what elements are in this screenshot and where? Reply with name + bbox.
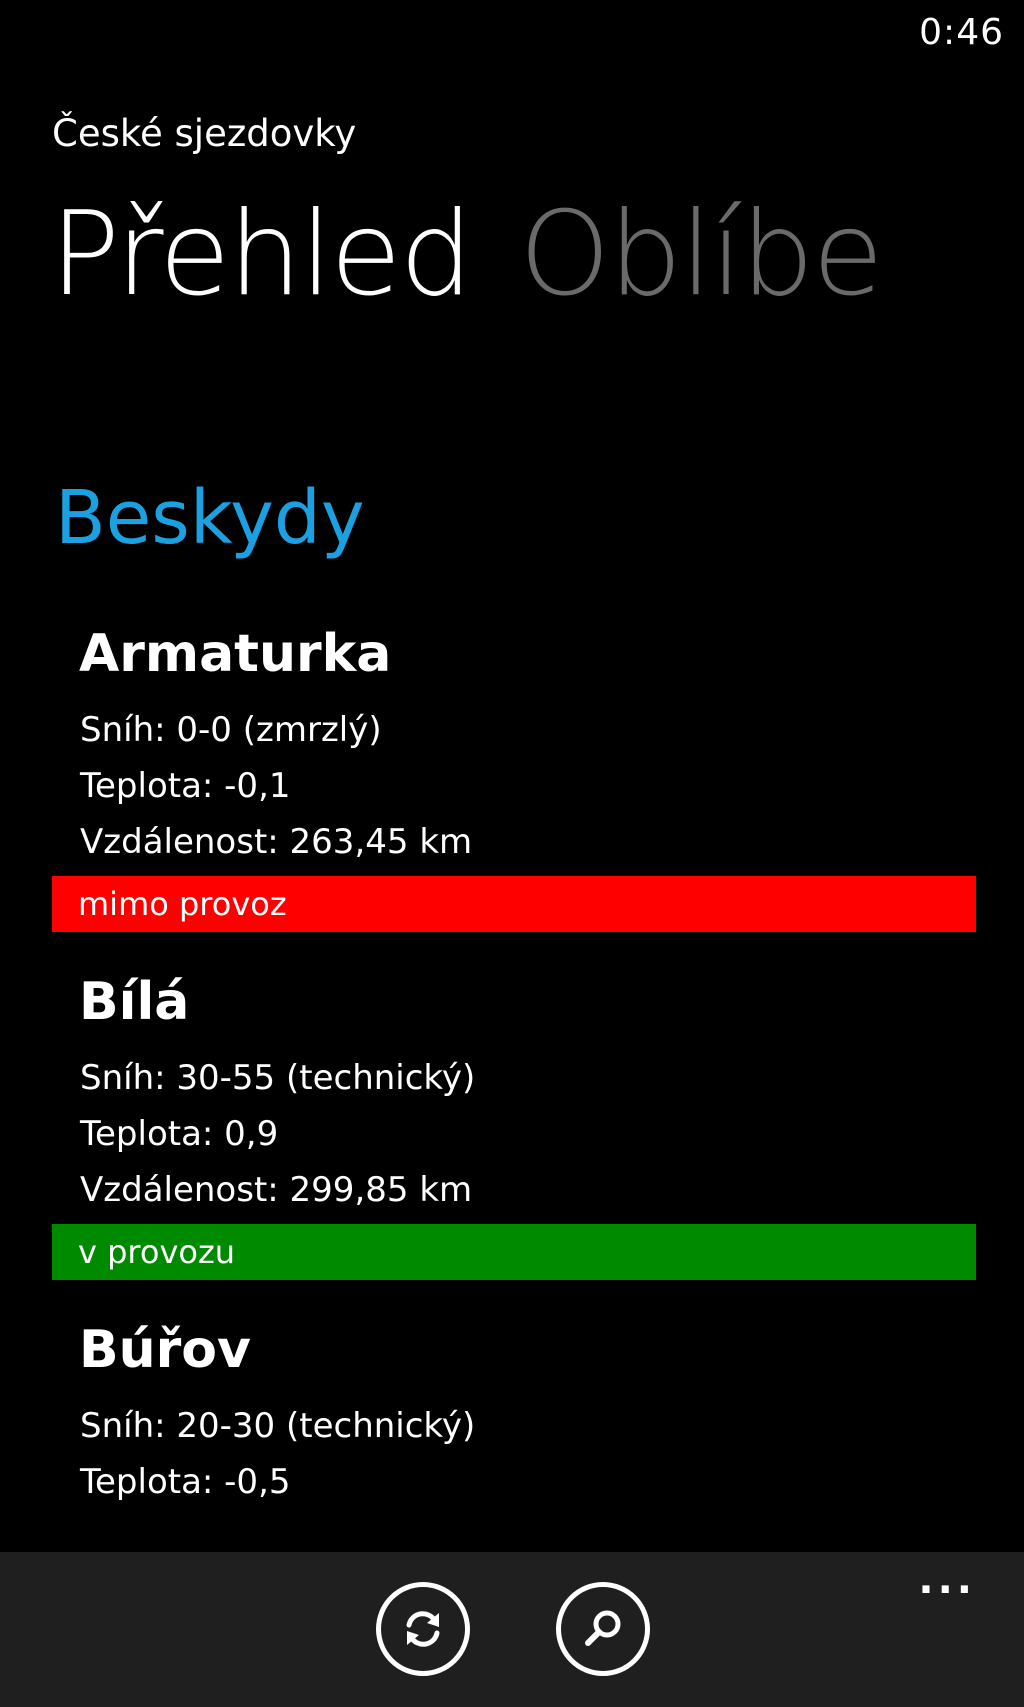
- pivot-item-oblibene[interactable]: Oblíbe: [519, 180, 883, 330]
- resort-snow: Sníh: 0-0 (zmrzlý): [80, 710, 382, 750]
- status-badge: v provozu: [52, 1224, 976, 1280]
- resort-list: Armaturka Sníh: 0-0 (zmrzlý) Teplota: -0…: [52, 620, 976, 1546]
- status-badge: mimo provoz: [52, 876, 976, 932]
- pivot-header: Přehled Oblíbe: [50, 180, 930, 330]
- more-menu-button[interactable]: ...: [918, 1560, 976, 1600]
- resort-temperature: Teplota: 0,9: [80, 1114, 279, 1154]
- resort-item[interactable]: Armaturka Sníh: 0-0 (zmrzlý) Teplota: -0…: [52, 620, 976, 932]
- group-header: Beskydy: [55, 475, 365, 561]
- app-title: České sjezdovky: [52, 112, 357, 155]
- search-icon: [585, 1610, 621, 1646]
- resort-temperature: Teplota: -0,1: [80, 766, 291, 806]
- resort-distance: Vzdálenost: 299,85 km: [80, 1170, 473, 1210]
- resort-name: Bílá: [79, 972, 190, 1032]
- status-bar-time: 0:46: [919, 12, 1004, 53]
- search-button[interactable]: [556, 1582, 650, 1676]
- refresh-icon: [406, 1611, 440, 1647]
- resort-distance: Vzdálenost: 263,45 km: [80, 822, 473, 862]
- refresh-button[interactable]: [376, 1582, 470, 1676]
- resort-snow: Sníh: 20-30 (technický): [80, 1406, 476, 1446]
- resort-name: Armaturka: [79, 624, 392, 684]
- resort-item[interactable]: Búřov Sníh: 20-30 (technický) Teplota: -…: [52, 1316, 976, 1510]
- pivot-item-prehled[interactable]: Přehled: [50, 180, 473, 330]
- resort-temperature: Teplota: -0,5: [80, 1462, 291, 1502]
- resort-item[interactable]: Bílá Sníh: 30-55 (technický) Teplota: 0,…: [52, 968, 976, 1280]
- resort-snow: Sníh: 30-55 (technický): [80, 1058, 476, 1098]
- app-bar: ...: [0, 1552, 1024, 1707]
- resort-name: Búřov: [79, 1320, 251, 1380]
